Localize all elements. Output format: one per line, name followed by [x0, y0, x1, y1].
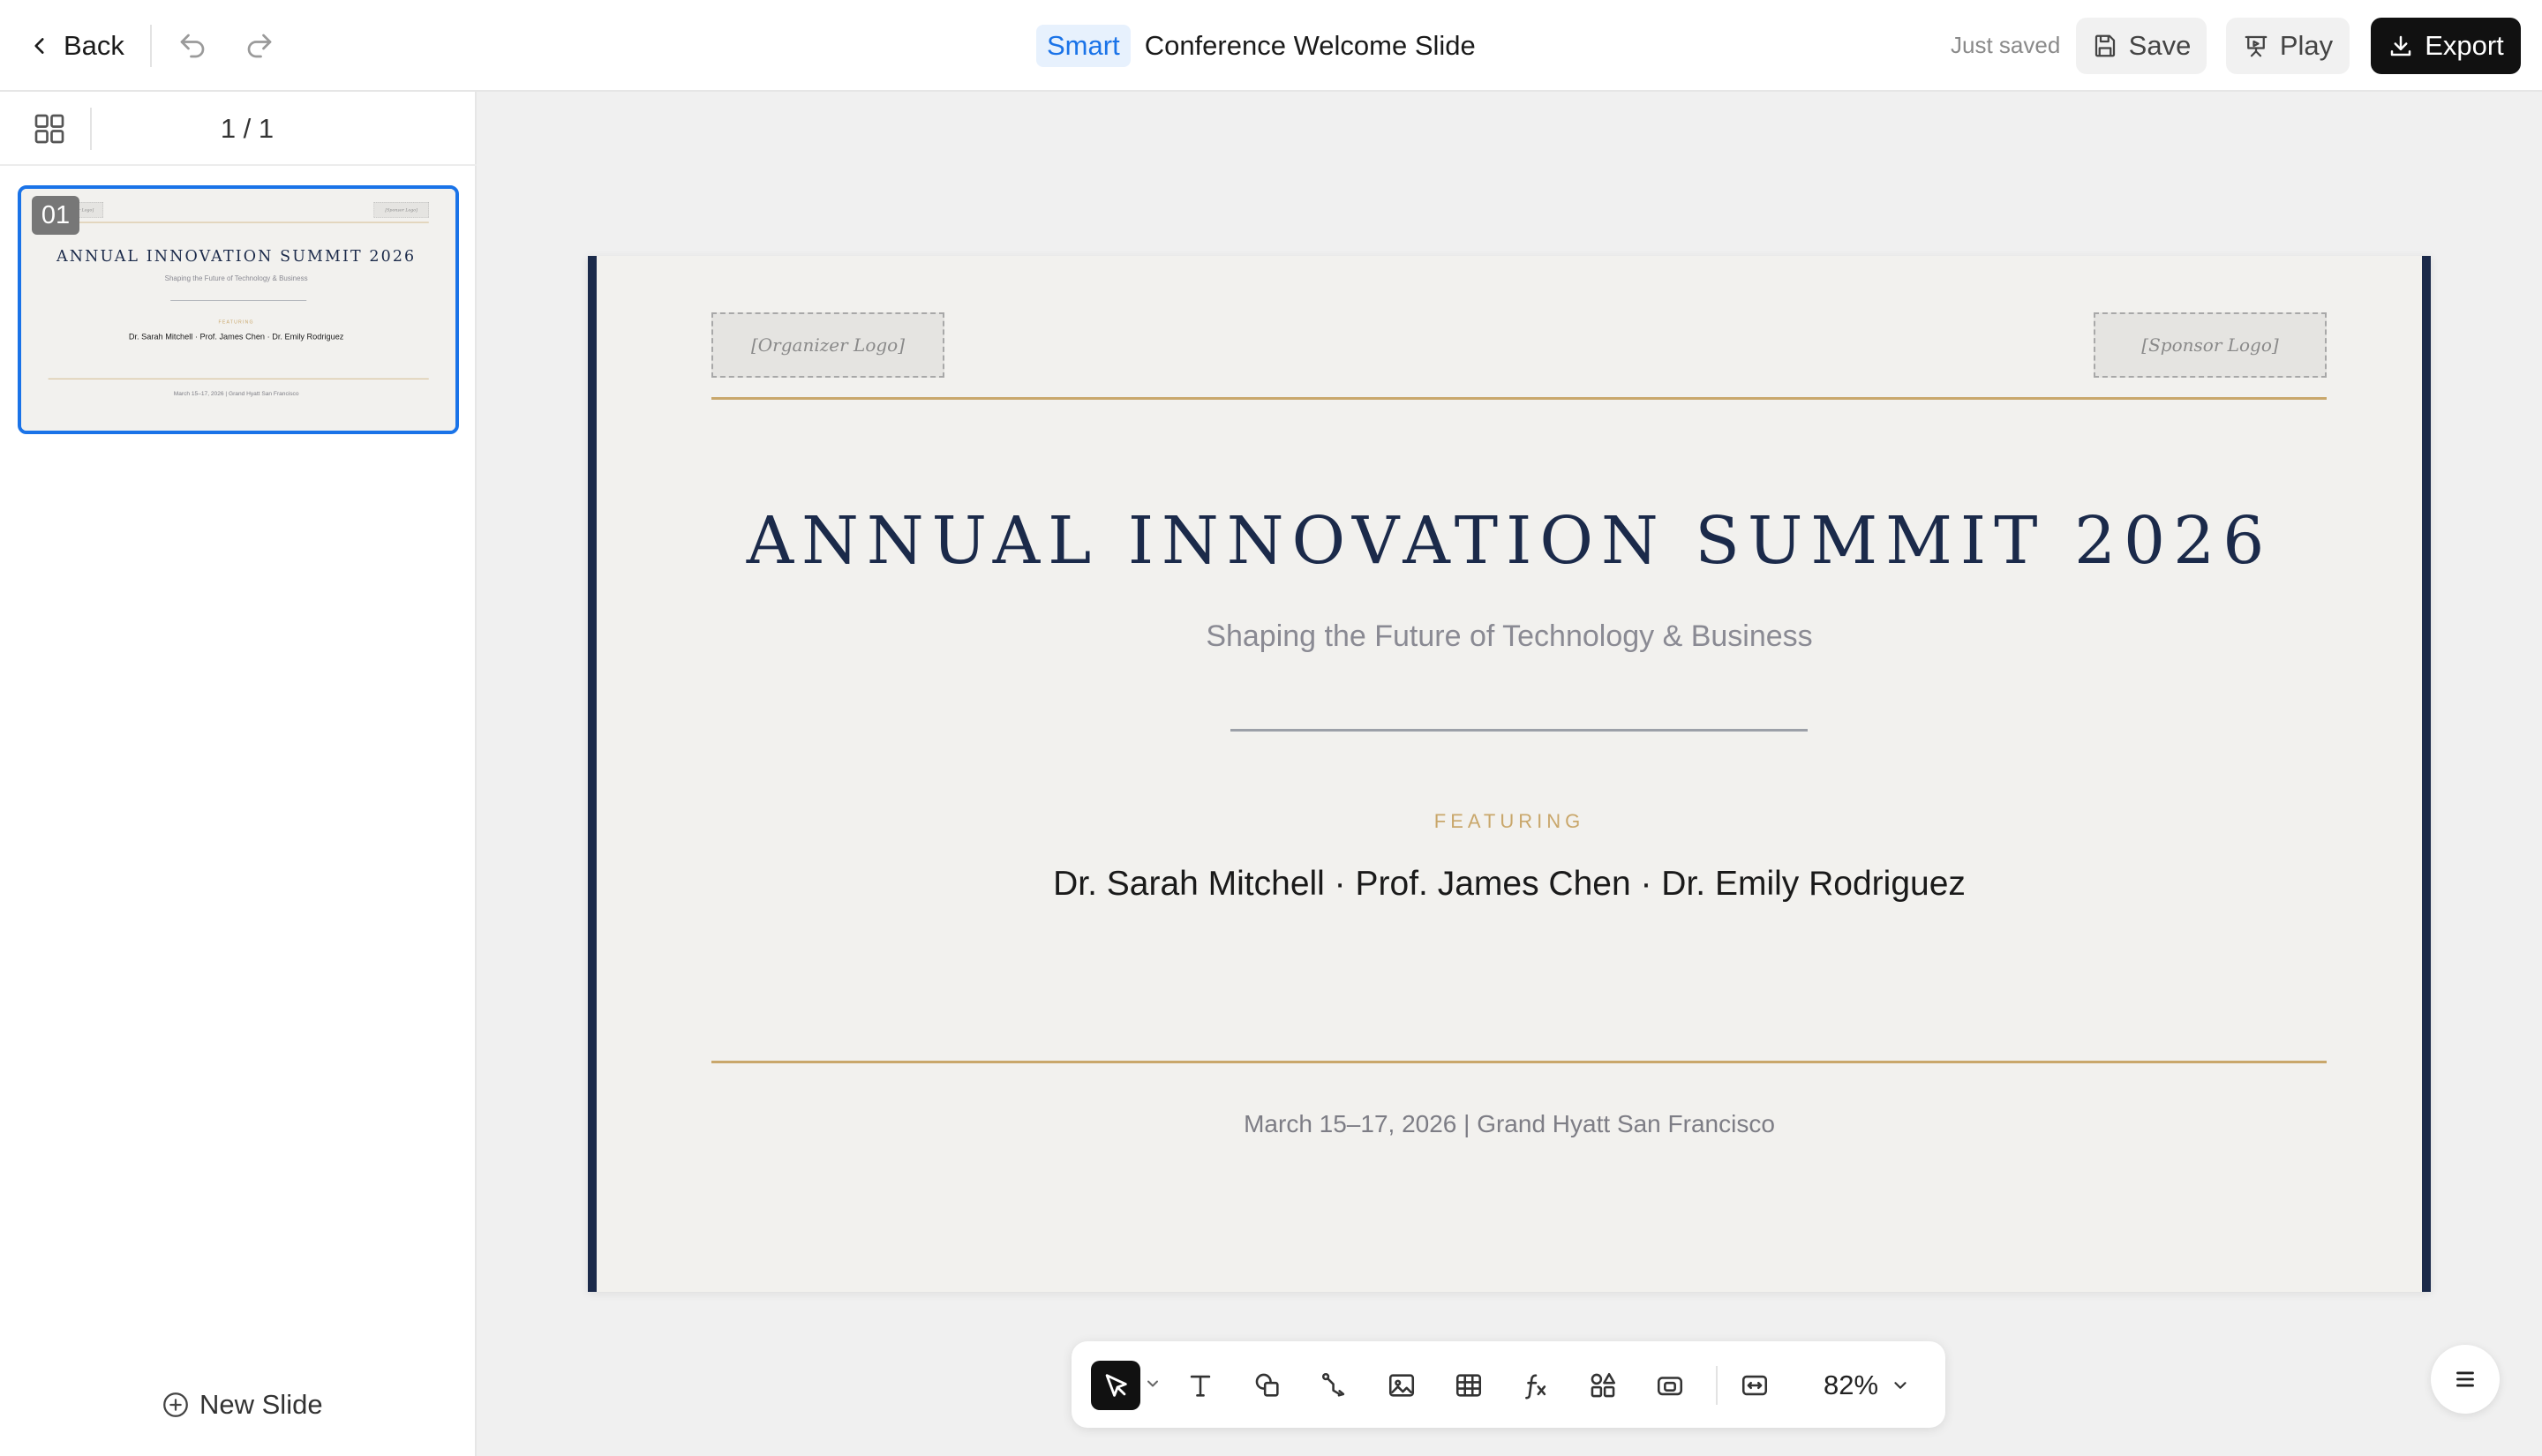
chevron-down-icon [1894, 1382, 1906, 1389]
slide-subtitle[interactable]: Shaping the Future of Technology & Busin… [597, 619, 2422, 654]
image-icon [1388, 1374, 1415, 1397]
new-slide-label: New Slide [199, 1389, 323, 1420]
date-venue-text[interactable]: March 15–17, 2026 | Grand Hyatt San Fran… [597, 1110, 2422, 1138]
connector-icon [1321, 1372, 1345, 1397]
page-count: 1 / 1 [220, 113, 275, 144]
thumbnail-slide: [Organizer Logo] [Sponsor Logo] ANNUAL I… [21, 189, 455, 431]
shape-tool-button[interactable] [1243, 1361, 1292, 1410]
save-icon [2095, 34, 2115, 57]
image-tool-button[interactable] [1377, 1361, 1426, 1410]
slide[interactable]: [Organizer Logo] [Sponsor Logo] ANNUAL I… [588, 256, 2431, 1292]
chevron-left-icon [34, 38, 44, 54]
play-label: Play [2279, 30, 2334, 61]
document-title-area: Smart Conference Welcome Slide [1036, 23, 1476, 69]
speakers-text[interactable]: Dr. Sarah Mitchell · Prof. James Chen · … [597, 865, 2422, 904]
presentation-icon [2245, 35, 2267, 57]
save-label: Save [2128, 30, 2192, 61]
download-icon [2390, 35, 2411, 56]
media-tool-button[interactable] [1645, 1361, 1695, 1410]
slide-thumbnail[interactable]: [Organizer Logo] [Sponsor Logo] ANNUAL I… [18, 185, 459, 434]
thumb-divider [170, 300, 307, 301]
slide-title[interactable]: ANNUAL INNOVATION SUMMIT 2026 [597, 503, 2422, 579]
divider-line[interactable] [1230, 729, 1808, 732]
hamburger-menu-icon [2456, 1371, 2474, 1387]
thumb-featuring: FEATURING [218, 319, 254, 325]
menu-button[interactable] [2431, 1345, 2500, 1414]
featuring-label[interactable]: FEATURING [597, 810, 2422, 833]
chevron-down-icon[interactable] [1144, 1375, 1162, 1392]
slide-canvas[interactable]: [Organizer Logo] [Sponsor Logo] ANNUAL I… [588, 256, 2431, 1292]
thumb-title: ANNUAL INNOVATION SUMMIT 2026 [56, 246, 417, 266]
zoom-dropdown[interactable]: 82% [1824, 1361, 1910, 1410]
thumb-date: March 15–17, 2026 | Grand Hyatt San Fran… [173, 390, 299, 397]
thumb-sponsor-logo: [Sponsor Logo] [373, 202, 429, 218]
media-icon [1657, 1377, 1683, 1396]
text-icon [1190, 1375, 1211, 1397]
components-tool-button[interactable] [1578, 1361, 1628, 1410]
slide-panel: 1 / 1 [Organizer Logo] [Sponsor Logo] AN… [0, 92, 477, 1456]
redo-button[interactable] [240, 26, 279, 65]
text-tool-button[interactable] [1176, 1361, 1225, 1410]
panel-divider [90, 108, 92, 150]
gold-rule-bottom[interactable] [711, 1061, 2327, 1063]
editing-toolbar: 82% [1072, 1341, 1945, 1428]
plus-circle-icon [163, 1392, 188, 1417]
undo-button[interactable] [173, 26, 212, 65]
table-tool-button[interactable] [1444, 1361, 1493, 1410]
table-icon [1455, 1374, 1482, 1397]
zoom-level: 82% [1824, 1370, 1879, 1400]
redo-icon [247, 34, 272, 58]
document-title[interactable]: Conference Welcome Slide [1145, 30, 1476, 62]
shapes-icon [1255, 1373, 1279, 1397]
thumb-gold-rule [48, 221, 429, 223]
fit-width-button[interactable] [1730, 1361, 1779, 1410]
fit-width-icon [1741, 1375, 1768, 1396]
export-label: Export [2425, 30, 2504, 61]
components-icon [1591, 1372, 1616, 1398]
thumb-speakers: Dr. Sarah Mitchell · Prof. James Chen · … [128, 332, 344, 341]
connector-tool-button[interactable] [1310, 1361, 1359, 1410]
undo-icon [180, 34, 205, 58]
new-slide-button[interactable]: New Slide [161, 1389, 323, 1421]
top-bar: Back Smart Conference Welcome Slide Just… [0, 0, 2542, 92]
thumb-subtitle: Shaping the Future of Technology & Busin… [164, 274, 308, 283]
slide-number-badge: 01 [32, 196, 79, 235]
sponsor-logo-placeholder[interactable]: [Sponsor Logo] [2094, 312, 2327, 378]
toolbar-separator [1716, 1366, 1718, 1405]
save-button[interactable]: Save [2076, 18, 2207, 74]
grid-view-button[interactable] [32, 111, 67, 146]
play-button[interactable]: Play [2226, 18, 2350, 74]
export-button[interactable]: Export [2371, 18, 2521, 74]
select-tool-button[interactable] [1091, 1361, 1140, 1410]
smart-badge[interactable]: Smart [1036, 25, 1131, 67]
formula-tool-button[interactable] [1511, 1361, 1561, 1410]
organizer-logo-placeholder[interactable]: [Organizer Logo] [711, 312, 944, 378]
formula-icon [1525, 1374, 1546, 1400]
back-label: Back [64, 30, 124, 61]
back-button[interactable]: Back [28, 23, 124, 69]
slide-panel-header: 1 / 1 [0, 92, 477, 166]
gold-rule-top[interactable] [711, 397, 2327, 400]
cursor-icon [1105, 1374, 1127, 1397]
grid-icon [34, 114, 64, 144]
toolbar-divider [150, 25, 152, 67]
thumbnail-preview: [Organizer Logo] [Sponsor Logo] ANNUAL I… [21, 189, 455, 431]
save-status: Just saved [1951, 32, 2061, 58]
